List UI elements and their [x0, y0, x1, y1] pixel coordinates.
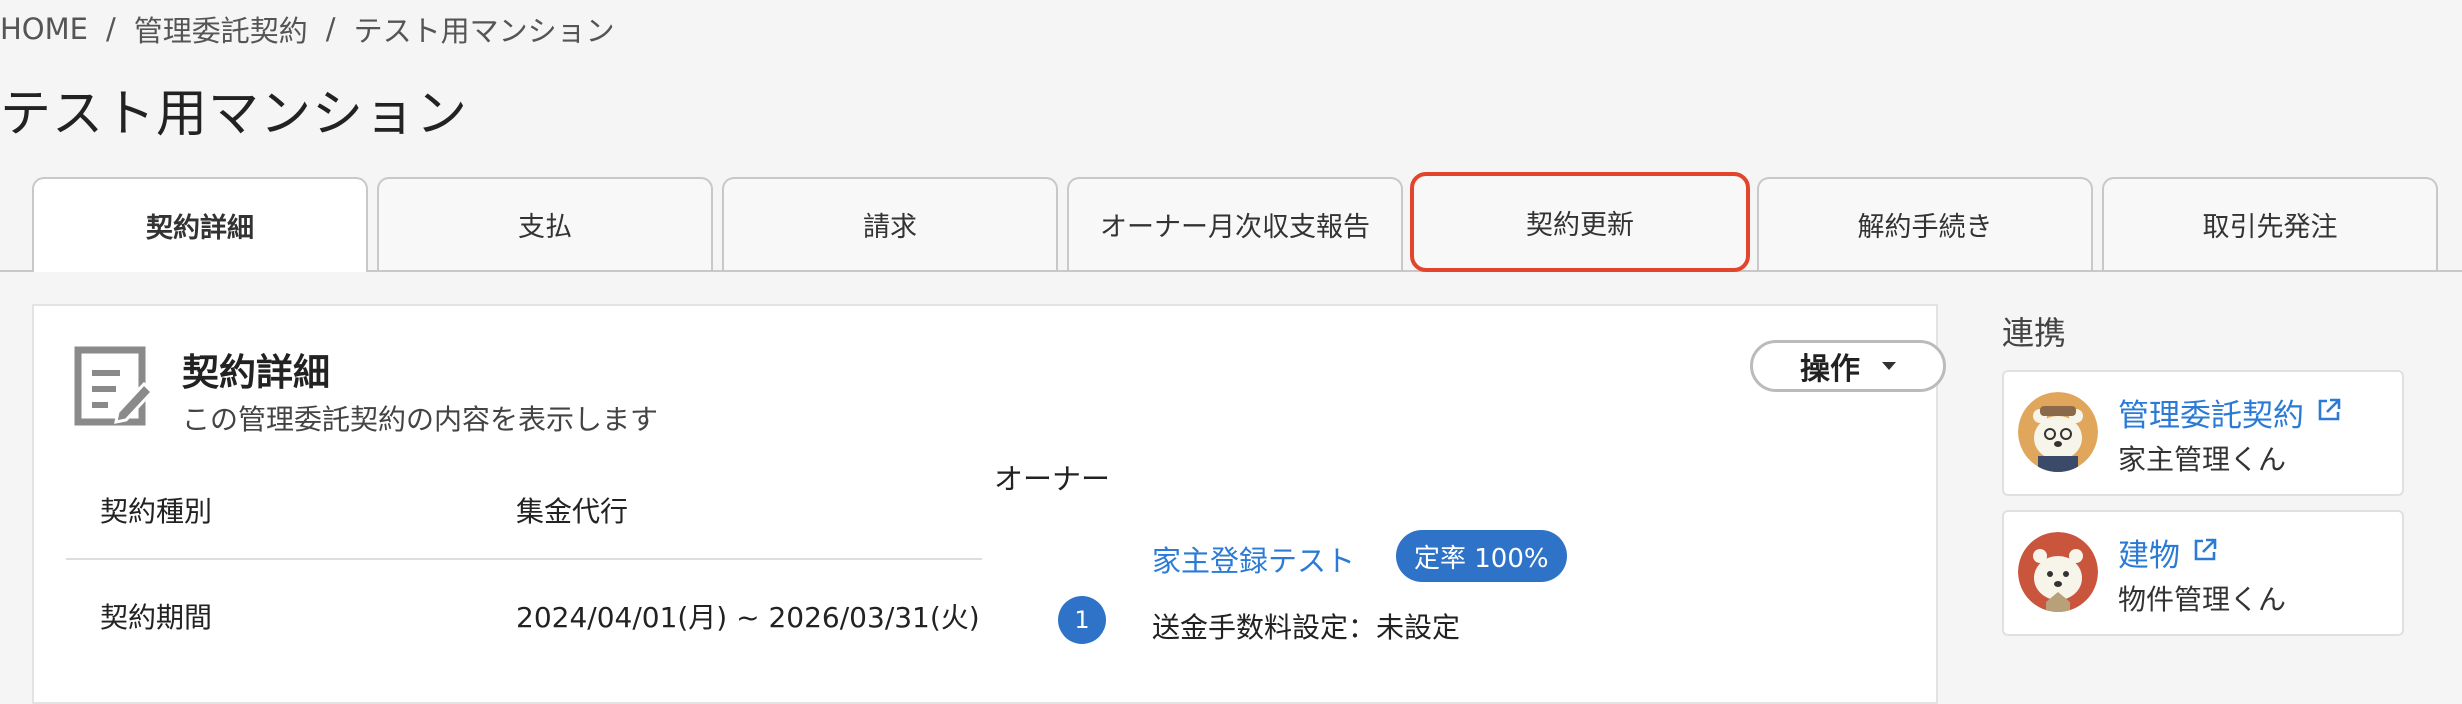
integration-heading: 連携	[2002, 314, 2067, 352]
rate-badge: 定率 100%	[1396, 530, 1567, 582]
owner-number-badge: 1	[1058, 596, 1106, 644]
breadcrumb: HOME / 管理委託契約 / テスト用マンション	[0, 8, 615, 50]
management-contract-link-label: 管理委託契約	[2118, 398, 2304, 434]
caret-down-icon	[1882, 362, 1896, 370]
operation-dropdown-button[interactable]: 操作	[1750, 340, 1946, 392]
breadcrumb-management-contract[interactable]: 管理委託契約	[134, 8, 308, 50]
building-link-label: 建物	[2118, 538, 2180, 574]
edit-document-icon	[74, 346, 155, 426]
tab-contract-details[interactable]: 契約詳細	[32, 177, 368, 272]
property-bear-avatar	[2018, 532, 2098, 612]
tab-cancellation[interactable]: 解約手続き	[1757, 177, 2093, 270]
tab-billing[interactable]: 請求	[722, 177, 1058, 270]
breadcrumb-home[interactable]: HOME	[0, 12, 88, 46]
card-title: 契約詳細	[182, 351, 330, 394]
contract-period-value: 2024/04/01(月) ~ 2026/03/31(火)	[516, 601, 980, 634]
landlord-app-name: 家主管理くん	[2118, 443, 2287, 476]
tab-bar: 契約詳細 支払 請求 オーナー月次収支報告 契約更新 解約手続き 取引先発注	[0, 172, 2462, 272]
integration-card-building[interactable]: 建物 物件管理くん	[2002, 510, 2404, 636]
external-link-icon	[2316, 395, 2342, 431]
external-link-icon	[2192, 535, 2218, 571]
landlord-bear-avatar	[2018, 392, 2098, 472]
tab-vendor-order[interactable]: 取引先発注	[2102, 177, 2438, 270]
contract-details-card: 契約詳細 この管理委託契約の内容を表示します 操作 契約種別 集金代行 契約期間…	[32, 304, 1946, 704]
owner-heading: オーナー	[994, 462, 1111, 496]
remittance-fee-setting: 送金手数料設定：未設定	[1152, 611, 1461, 644]
breadcrumb-separator: /	[105, 12, 116, 46]
breadcrumb-separator: /	[325, 12, 336, 46]
owner-name-link[interactable]: 家主登録テスト	[1152, 538, 1355, 580]
contract-type-label: 契約種別	[100, 495, 213, 528]
contract-period-label: 契約期間	[100, 601, 213, 634]
breadcrumb-current: テスト用マンション	[353, 14, 615, 48]
tab-contract-renewal[interactable]: 契約更新	[1410, 172, 1750, 272]
contract-type-value: 集金代行	[516, 495, 629, 528]
building-link[interactable]: 建物	[2118, 530, 2218, 575]
operation-button-label: 操作	[1800, 352, 1860, 387]
tab-payment[interactable]: 支払	[377, 177, 713, 270]
tab-owner-monthly-report[interactable]: オーナー月次収支報告	[1067, 177, 1403, 270]
property-app-name: 物件管理くん	[2118, 583, 2287, 616]
page-title: テスト用マンション	[0, 85, 469, 144]
row-divider	[66, 558, 982, 560]
integration-card-management-contract[interactable]: 管理委託契約 家主管理くん	[2002, 370, 2404, 496]
management-contract-link[interactable]: 管理委託契約	[2118, 390, 2342, 435]
card-subtitle: この管理委託契約の内容を表示します	[182, 403, 659, 436]
